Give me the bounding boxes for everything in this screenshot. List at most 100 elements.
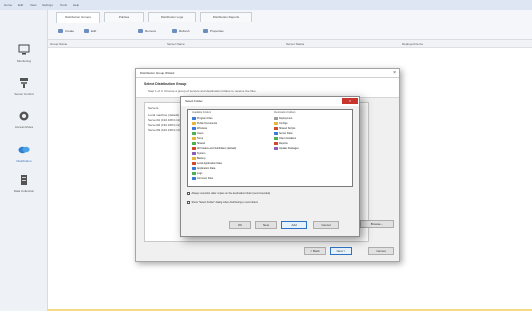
list-item[interactable]: Server01 (192.168.0.11) (148, 118, 180, 122)
folder-icon (192, 156, 196, 161)
folder-icon (274, 126, 278, 131)
wizard-header: Select Distribution Group Step 1 of 4: C… (136, 78, 399, 98)
column-group-name[interactable]: Group Name (50, 42, 67, 46)
folder-label: Application Data (197, 167, 216, 170)
back-button[interactable]: < Back (304, 247, 326, 255)
remove-button[interactable]: Remove (138, 26, 156, 36)
folder-label: Backup (197, 157, 206, 160)
tab-distribution-logs[interactable]: Distribution Logs (148, 12, 196, 22)
refresh-button[interactable]: Refresh (172, 26, 190, 36)
folder-icon (274, 136, 278, 141)
checkbox-icon (187, 201, 190, 204)
folder-label: Update Packages (279, 147, 299, 150)
show-dialog-checkbox[interactable]: Show "Select Folder" dialog when distrib… (187, 201, 258, 204)
list-item[interactable]: Local machine (default) (148, 113, 179, 117)
folder-label: Temp (197, 137, 204, 140)
tab-policies[interactable]: Policies (104, 12, 144, 22)
properties-button[interactable]: Properties (203, 26, 224, 36)
folder-icon (192, 126, 196, 131)
properties-icon (203, 29, 208, 34)
edit-icon (84, 29, 89, 34)
server-icon (20, 78, 28, 88)
sidebar-item-monitoring[interactable]: Monitoring (0, 42, 48, 70)
column-server-name[interactable]: Server Name (167, 42, 185, 46)
sidebar: Monitoring Server Control Access Rules D… (0, 10, 48, 311)
folder-label: Shared Scripts (279, 127, 296, 130)
available-folders-header: Available Folders (192, 111, 212, 114)
sidebar-item-access-rules[interactable]: Access Rules (0, 108, 48, 136)
folder-icon (192, 141, 196, 146)
monitor-icon (18, 44, 30, 55)
folder-label: Reports (279, 142, 288, 145)
folder-label: Users (197, 132, 204, 135)
folder-icon (192, 121, 196, 126)
tab-distribution-reports[interactable]: Distribution Reports (200, 12, 252, 22)
select-folder-dialog: Select Folder × Available Folders Destin… (180, 96, 360, 237)
folder-icon (192, 136, 196, 141)
sidebar-item-server-control[interactable]: Server Control (0, 75, 48, 103)
folder-label: Windows (197, 127, 208, 130)
folder-label: Common Files (197, 177, 214, 180)
server-list-header: Servers (148, 106, 159, 110)
folder-icon (274, 146, 278, 151)
wizard-heading: Select Distribution Group (144, 82, 187, 86)
wizard-title: Distribution Group Wizard (136, 69, 399, 78)
folder-icon (274, 116, 278, 121)
folder-icon (192, 161, 196, 166)
refresh-icon (172, 29, 177, 34)
folder-label: Client Installers (279, 137, 297, 140)
new-button[interactable]: New (255, 221, 277, 229)
sidebar-item-distribution[interactable]: Distribution (0, 142, 48, 170)
folder-label: Server Data (279, 132, 293, 135)
folder-icon (192, 131, 196, 136)
menu-settings[interactable]: Settings (42, 3, 53, 7)
next-button[interactable]: Next > (330, 247, 352, 255)
ok-button[interactable]: OK (229, 221, 251, 229)
menu-home[interactable]: Home (4, 3, 12, 7)
column-deployed-items[interactable]: Deployed Items (402, 42, 423, 46)
gear-icon (19, 111, 29, 121)
browse-button[interactable]: Browse... (360, 220, 394, 228)
wizard-subtitle: Step 1 of 4: Choose a group of servers a… (148, 89, 257, 93)
create-icon (58, 29, 63, 34)
folder-icon (192, 176, 196, 181)
menu-bar: Home Edit View Settings Tools Help (0, 0, 532, 10)
create-button[interactable]: Create (58, 26, 74, 36)
menu-edit[interactable]: Edit (18, 3, 23, 7)
folder-item[interactable]: Update Packages (274, 146, 299, 151)
sidebar-item-label: Server Control (14, 92, 34, 96)
sidebar-item-label: Monitoring (16, 59, 31, 63)
folder-list[interactable]: Available Folders Destination Folders Pr… (187, 109, 353, 187)
dialog-title: Select Folder (181, 97, 359, 106)
folder-icon (192, 116, 196, 121)
tab-distribution-groups[interactable]: Distribution Groups (56, 12, 100, 23)
sidebar-item-data-collection[interactable]: Data Collection (0, 172, 48, 200)
add-button[interactable]: Add (281, 221, 307, 229)
cancel-button[interactable]: Cancel (368, 247, 394, 255)
folder-label: System (197, 152, 206, 155)
remove-icon (138, 29, 143, 34)
folder-label: All Folders and Subfolders (default) (197, 147, 237, 150)
menu-help[interactable]: Help (73, 3, 79, 7)
folder-label: Configs (279, 122, 288, 125)
column-server-status[interactable]: Server Status (286, 42, 304, 46)
checkbox-icon (187, 192, 190, 195)
overwrite-checkbox[interactable]: Always overwrite older copies on the des… (187, 192, 270, 195)
ribbon: Distribution Groups Policies Distributio… (48, 10, 532, 40)
table-header: Group Name Server Name Server Status Dep… (48, 40, 532, 48)
menu-view[interactable]: View (30, 3, 36, 7)
folder-item[interactable]: Common Files (192, 176, 213, 181)
close-icon[interactable]: × (393, 70, 396, 76)
close-icon[interactable]: × (342, 98, 358, 104)
list-item[interactable]: Server03 (192.168.0.13) (148, 128, 181, 132)
folder-icon (192, 166, 196, 171)
dialog-cancel-button[interactable]: Cancel (313, 221, 339, 229)
folder-label: Program Files (197, 117, 213, 120)
edit-button[interactable]: Edit (84, 26, 96, 36)
menu-tools[interactable]: Tools (60, 3, 67, 7)
list-item[interactable]: Server02 (192.168.0.12) (148, 123, 181, 127)
folder-icon (192, 146, 196, 151)
folder-label: Logs (197, 172, 203, 175)
folder-icon (274, 121, 278, 126)
folder-icon (274, 141, 278, 146)
